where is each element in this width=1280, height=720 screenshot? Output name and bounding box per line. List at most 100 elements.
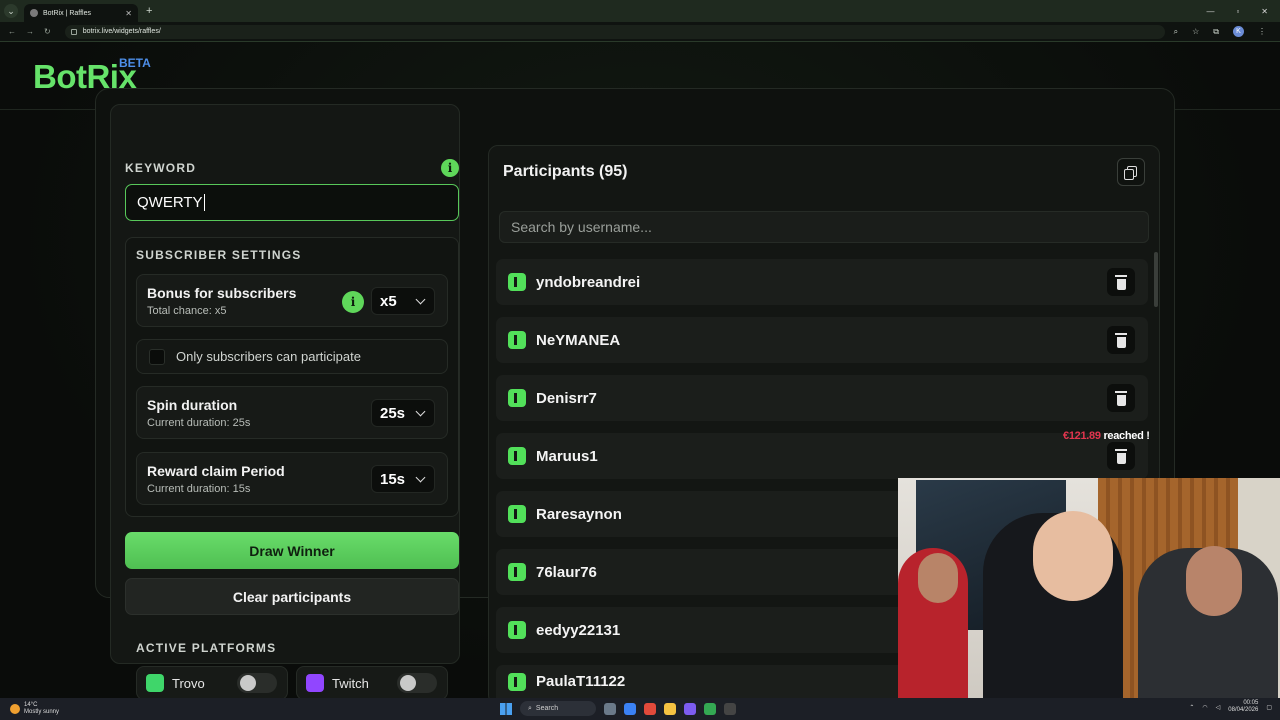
only-subscribers-checkbox[interactable] [149,348,165,365]
spin-duration-setting: Spin duration Current duration: 25s 25s [136,386,448,439]
minimize-icon[interactable]: — [1206,7,1214,16]
remove-participant-button[interactable] [1107,442,1135,470]
tab-list-icon[interactable]: ⌄ [4,4,18,18]
kick-icon [508,672,526,691]
close-tab-icon[interactable]: ✕ [125,9,132,18]
extensions-icon[interactable]: ⧉ [1213,27,1219,37]
draw-winner-button[interactable]: Draw Winner [125,532,459,569]
back-icon[interactable]: ← [8,27,16,36]
close-window-icon[interactable]: ✕ [1261,7,1268,16]
zoom-icon[interactable]: ⌕ [1174,27,1178,37]
kick-icon [508,505,526,523]
keyword-value: QWERTY [137,194,203,211]
url-text: botrix.live/widgets/raffles/ [82,28,161,35]
kick-icon [508,273,526,291]
trash-lid [1115,275,1127,277]
reward-period-subtitle: Current duration: 15s [147,483,251,495]
participant-row: NeYMANEA [496,317,1148,363]
kick-icon [508,563,526,581]
remove-participant-button[interactable] [1107,268,1135,296]
copy-participants-button[interactable] [1117,158,1145,186]
spin-duration-subtitle: Current duration: 25s [147,417,251,429]
clock-time: 00:05 [1243,700,1259,706]
participant-name: Raresaynon [536,505,622,523]
bonus-info-icon[interactable]: i [342,291,364,313]
participant-name: eedyy22131 [536,621,621,639]
spin-duration-dropdown[interactable]: 25s [371,399,435,427]
toggle-knob [240,675,256,691]
reward-period-value: 15s [380,470,406,488]
trash-icon [1116,336,1126,348]
only-subscribers-row[interactable]: Only subscribers can participate [136,339,448,374]
browser-menu-icon[interactable]: ⋮ [1258,27,1266,36]
trovo-toggle[interactable] [237,673,277,693]
reward-period-title: Reward claim Period [147,463,285,479]
clock-date: 08/04/2026 [1228,707,1259,713]
participants-scrollbar[interactable] [1154,252,1158,307]
maximize-icon[interactable]: ▫ [1236,7,1239,16]
remove-participant-button[interactable] [1107,326,1135,354]
active-platforms-title: ACTIVE PLATFORMS [136,641,277,655]
webcam-overlay [898,478,1280,698]
tab-title: BotRix | Raffles [43,9,91,17]
favicon-icon [30,9,38,17]
participant-name: Denisrr7 [536,389,597,407]
keyword-info-icon[interactable]: i [441,159,459,177]
tray-chevron-icon[interactable]: ⌃ [1189,704,1194,711]
trash-lid [1115,333,1127,335]
weather-widget[interactable]: 14°C Mostly sunny [10,702,59,716]
weather-desc: Mostly sunny [24,709,60,715]
browser-tab[interactable]: BotRix | Raffles ✕ [24,4,138,22]
edge-icon[interactable] [624,702,636,715]
taskbar-search[interactable]: ⌕ Search [520,701,596,716]
remove-participant-button[interactable] [1107,384,1135,412]
volume-icon[interactable]: ◁ [1216,704,1221,711]
reward-period-setting: Reward claim Period Current duration: 15… [136,452,448,505]
obs-icon[interactable] [724,702,736,715]
copy-icon-front [1124,169,1134,180]
participant-name: 76laur76 [536,563,597,581]
participant-row: Maruus1 [496,433,1148,479]
explorer-icon[interactable] [664,702,676,715]
forward-icon[interactable]: → [26,27,34,36]
platform-trovo: Trovo [136,666,288,700]
participant-search-input[interactable]: Search by username... [499,211,1149,243]
chrome-green-icon[interactable] [704,702,716,715]
taskbar-clock[interactable]: 00:05 08/04/2026 [1228,700,1258,714]
browser-tab-bar: ⌄ BotRix | Raffles ✕ + — ▫ ✕ [0,0,1280,22]
kick-icon [508,331,526,349]
sun-icon [10,704,20,714]
reward-period-dropdown[interactable]: 15s [371,465,435,493]
donation-goal-overlay: €121.89 reached ! [1063,430,1150,442]
participant-row: Denisrr7 [496,375,1148,421]
site-info-icon[interactable] [70,28,77,35]
clear-participants-button[interactable]: Clear participants [125,578,459,615]
bonus-title: Bonus for subscribers [147,285,297,301]
trash-icon [1116,278,1126,290]
keyword-label: KEYWORD [125,161,197,175]
bonus-multiplier-dropdown[interactable]: x5 [371,287,435,315]
participant-name: NeYMANEA [536,331,621,349]
keyword-input[interactable]: QWERTY [125,184,459,221]
bookmark-star-icon[interactable]: ☆ [1192,27,1199,36]
notification-icon[interactable]: ▢ [1266,704,1272,711]
trash-lid [1115,391,1127,393]
new-tab-icon[interactable]: + [146,5,152,17]
participant-name: PaulaT11122 [536,673,626,690]
bonus-multiplier-value: x5 [380,292,397,310]
url-field[interactable]: botrix.live/widgets/raffles/ [64,24,1165,39]
task-view-icon[interactable] [604,702,616,715]
chrome-icon[interactable] [644,702,656,715]
twitch-toggle[interactable] [397,673,437,693]
wifi-icon[interactable]: ◠ [1202,704,1207,711]
windows-start-icon[interactable] [500,702,512,715]
profile-avatar[interactable]: K [1233,26,1244,37]
spin-duration-value: 25s [380,404,406,422]
goal-text: reached ! [1103,430,1150,442]
taskbar-search-label: Search [535,705,559,712]
reload-icon[interactable]: ↻ [44,27,51,36]
kick-icon [508,621,526,639]
weather-temp: 14°C [24,702,38,708]
participant-row: yndobreandrei [496,259,1148,305]
discord-icon[interactable] [684,702,696,715]
